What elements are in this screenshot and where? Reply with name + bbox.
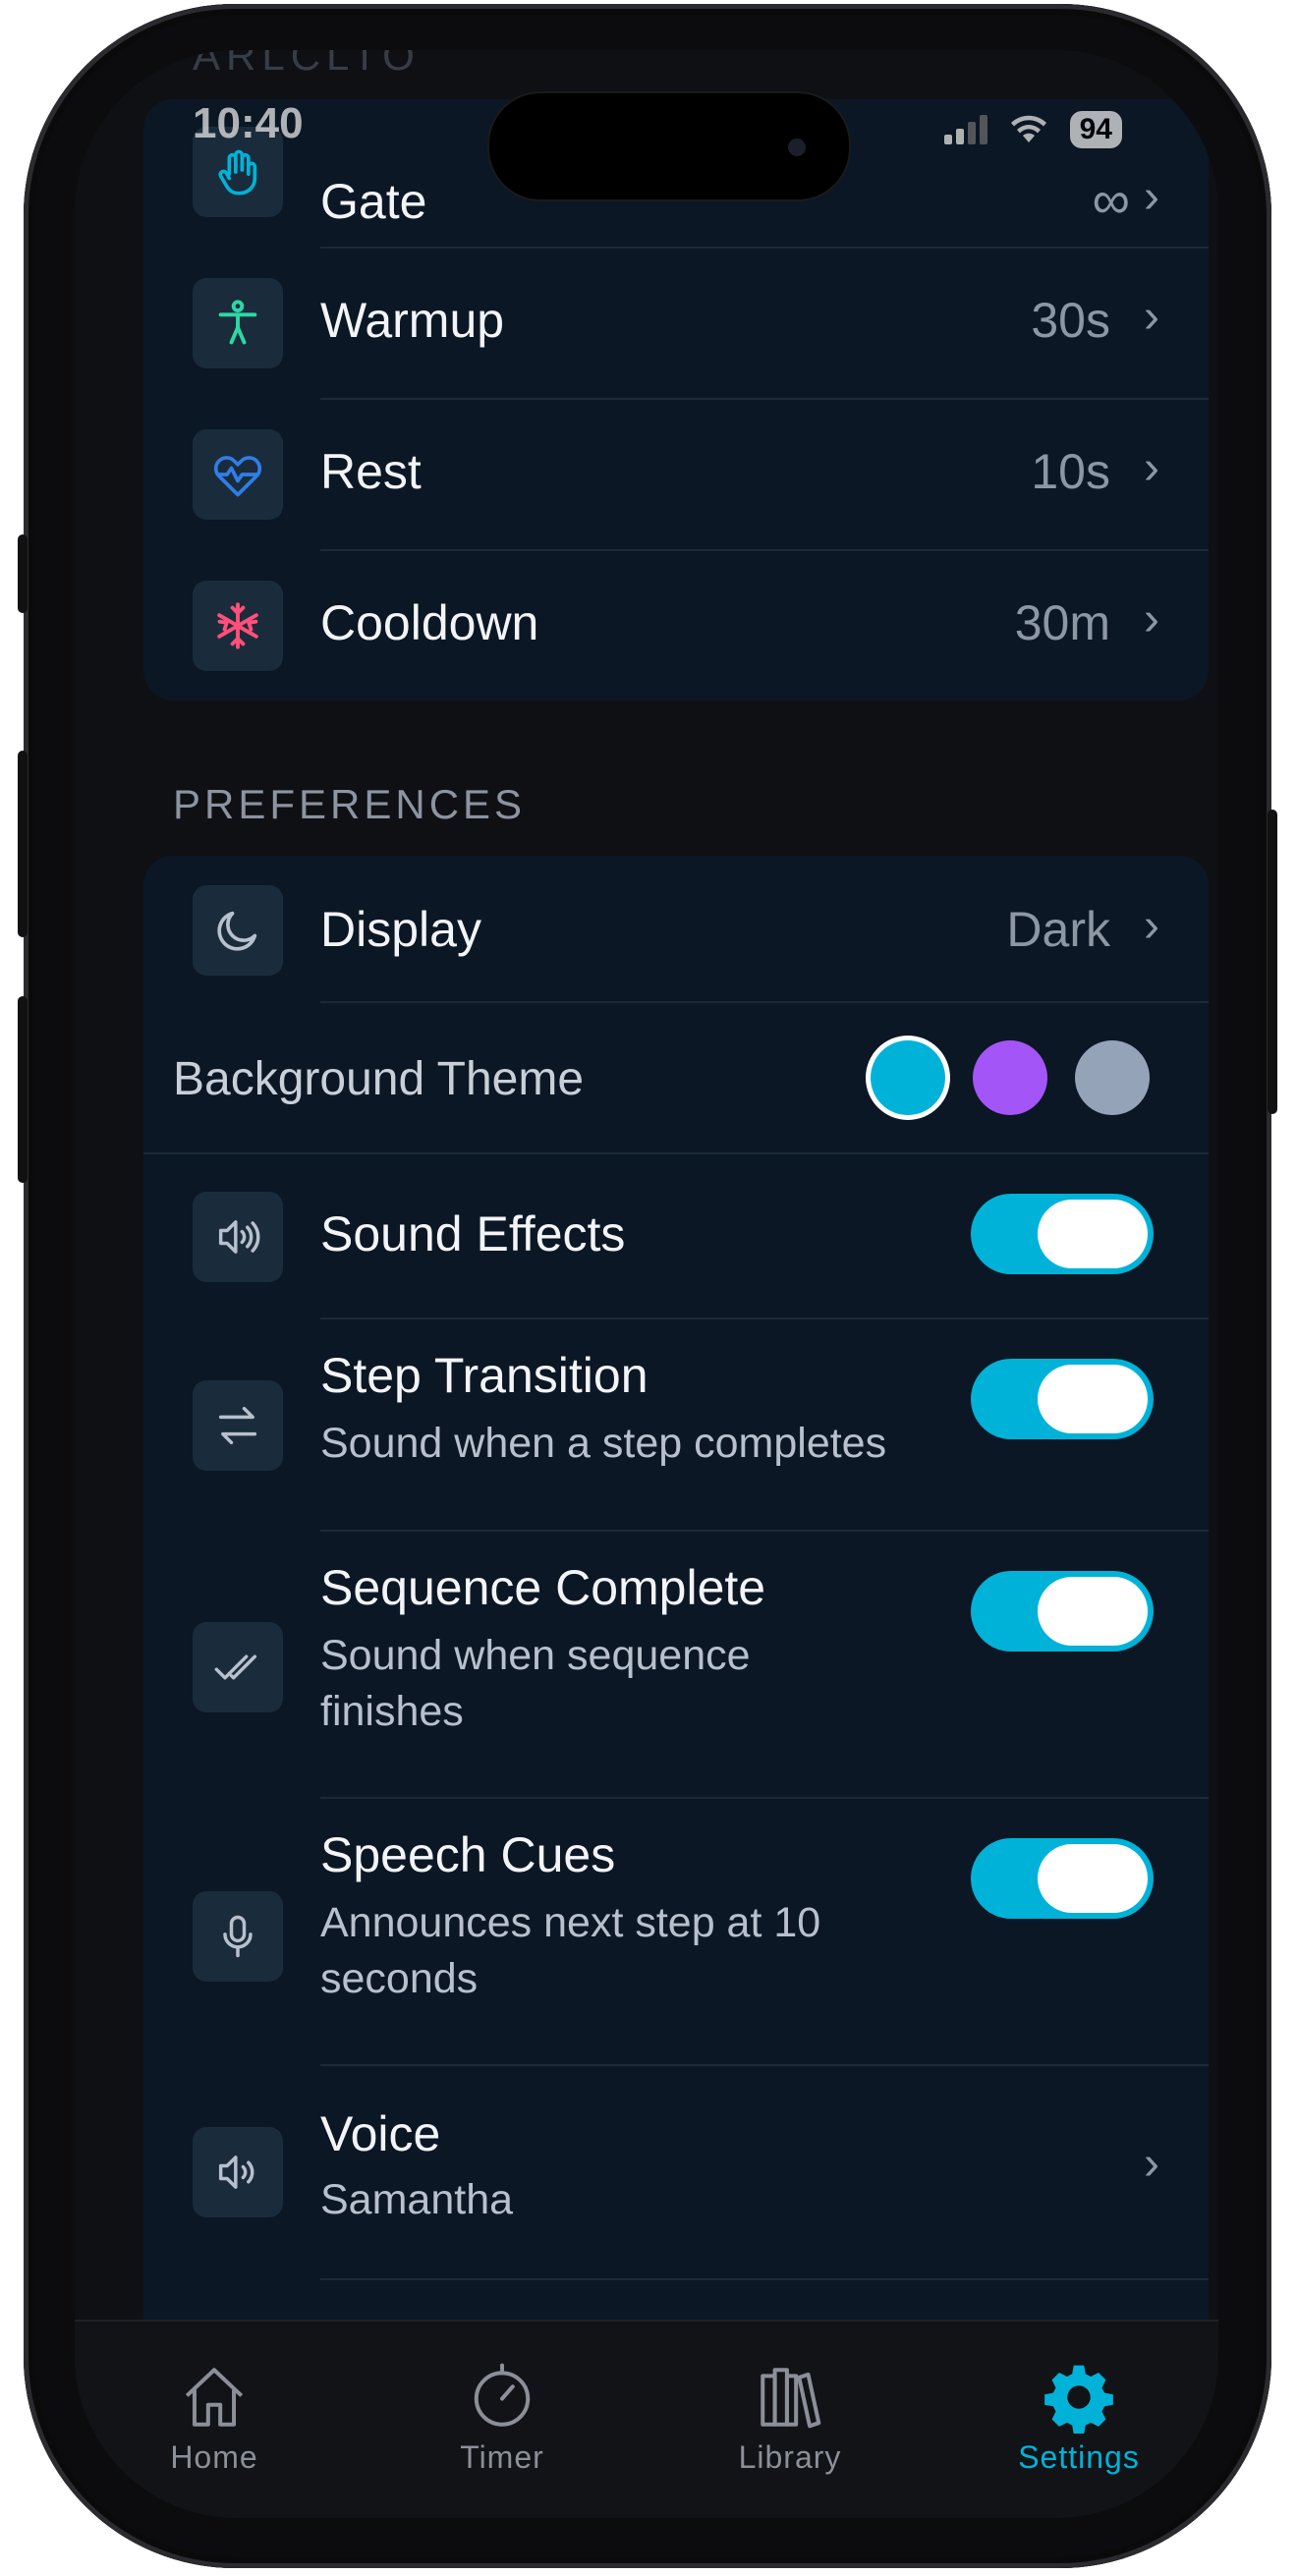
status-time: 10:40 [193, 99, 304, 147]
voice-label: Voice [320, 2106, 441, 2161]
double-check-icon [193, 1622, 283, 1712]
chevron-right-icon: › [1144, 900, 1159, 952]
gate-label: Gate [320, 174, 427, 229]
speech-cues-subtitle-line2: seconds [320, 1955, 479, 2002]
warmup-label: Warmup [320, 293, 505, 348]
theme-swatch-purple[interactable] [973, 1040, 1047, 1115]
tab-timer-label: Timer [460, 2439, 544, 2475]
app-screen: ARLCLTO Gate ∞ › Warmup 30s › Rest 10s ›… [75, 50, 1218, 2518]
volume-down-button [18, 996, 28, 1183]
toggle-knob [1038, 1200, 1148, 1268]
volume-up-button [18, 751, 28, 937]
background-theme-label: Background Theme [173, 1053, 585, 1105]
display-label: Display [320, 902, 481, 957]
theme-swatch-cyan[interactable] [871, 1040, 945, 1115]
sequence-complete-row: Sequence Complete Sound when sequence fi… [143, 1532, 1209, 1799]
wifi-icon [1010, 115, 1046, 142]
tab-library-label: Library [738, 2439, 842, 2475]
display-value: Dark [1006, 902, 1110, 957]
voice-subtitle: Samantha [320, 2176, 514, 2223]
background-theme-row: Background Theme [143, 1003, 1209, 1154]
tab-settings-label: Settings [1018, 2439, 1140, 2475]
speech-cues-subtitle-line1: Announces next step at 10 [320, 1899, 821, 1946]
cooldown-row[interactable]: Cooldown 30m › [143, 551, 1209, 700]
action-button [18, 534, 28, 613]
preferences-section-title: PREFERENCES [173, 781, 527, 827]
warmup-row[interactable]: Warmup 30s › [143, 249, 1209, 400]
tab-timer[interactable]: Timer [414, 2361, 591, 2476]
cooldown-label: Cooldown [320, 595, 539, 650]
camera-dot [788, 139, 806, 156]
sequence-complete-toggle[interactable] [971, 1571, 1154, 1652]
snowflake-icon [193, 581, 283, 671]
status-indicators: 94 [943, 111, 1122, 148]
person-stretching-icon [193, 278, 283, 368]
speech-cues-label: Speech Cues [320, 1827, 616, 1882]
tab-library[interactable]: Library [702, 2361, 878, 2476]
sound-effects-row: Sound Effects [143, 1154, 1209, 1319]
step-transition-toggle[interactable] [971, 1359, 1154, 1439]
cooldown-value: 30m [1014, 595, 1110, 650]
speech-cues-row: Speech Cues Announces next step at 10 se… [143, 1799, 1209, 2066]
microphone-icon [193, 1891, 283, 1982]
tab-home-label: Home [170, 2439, 258, 2475]
timer-icon [474, 2363, 531, 2427]
display-row[interactable]: Display Dark › [143, 856, 1209, 1003]
tab-home[interactable]: Home [126, 2361, 303, 2476]
sequence-complete-subtitle-line2: finishes [320, 1688, 464, 1735]
signal-icon [943, 115, 987, 144]
chevron-right-icon: › [1144, 2138, 1159, 2190]
chevron-right-icon: › [1144, 171, 1159, 223]
scrolled-header: ARLCLTO [193, 50, 421, 79]
battery-indicator: 94 [1069, 111, 1122, 148]
sound-effects-label: Sound Effects [320, 1206, 626, 1261]
phone-frame: ARLCLTO Gate ∞ › Warmup 30s › Rest 10s ›… [18, 4, 1277, 2568]
toggle-knob [1038, 1844, 1148, 1913]
speaker-icon [193, 2127, 283, 2217]
preferences-card: Display Dark › Background Theme Sound Ef… [143, 856, 1209, 2320]
sequence-complete-label: Sequence Complete [320, 1560, 766, 1615]
sequence-complete-subtitle-line1: Sound when sequence [320, 1632, 751, 1679]
sound-effects-toggle[interactable] [971, 1194, 1154, 1274]
dynamic-island [487, 91, 851, 201]
toggle-knob [1038, 1365, 1148, 1433]
step-transition-row: Step Transition Sound when a step comple… [143, 1319, 1209, 1532]
heartbeat-icon [193, 429, 283, 520]
gear-icon [1044, 2365, 1113, 2434]
gate-value: ∞ [1092, 171, 1131, 230]
toggle-knob [1038, 1577, 1148, 1646]
theme-swatch-gray[interactable] [1075, 1040, 1150, 1115]
chevron-right-icon: › [1144, 593, 1159, 645]
speech-cues-toggle[interactable] [971, 1838, 1154, 1919]
voice-row[interactable]: Voice Samantha › [143, 2066, 1209, 2280]
tab-bar: Home Timer Library Settings [75, 2320, 1218, 2518]
rest-label: Rest [320, 444, 422, 499]
speaker-icon [193, 1192, 283, 1282]
chevron-right-icon: › [1144, 442, 1159, 494]
rest-row[interactable]: Rest 10s › [143, 400, 1209, 551]
home-icon [185, 2368, 244, 2427]
arrows-exchange-icon [193, 1380, 283, 1471]
library-icon [761, 2368, 821, 2429]
step-transition-subtitle: Sound when a step completes [320, 1420, 887, 1467]
rest-value: 10s [1031, 444, 1110, 499]
step-transition-label: Step Transition [320, 1348, 648, 1403]
tab-settings[interactable]: Settings [990, 2361, 1167, 2476]
warmup-value: 30s [1031, 293, 1110, 348]
divider [320, 2278, 1209, 2280]
side-button [1268, 810, 1277, 1114]
moon-icon [193, 885, 283, 976]
chevron-right-icon: › [1144, 291, 1159, 343]
